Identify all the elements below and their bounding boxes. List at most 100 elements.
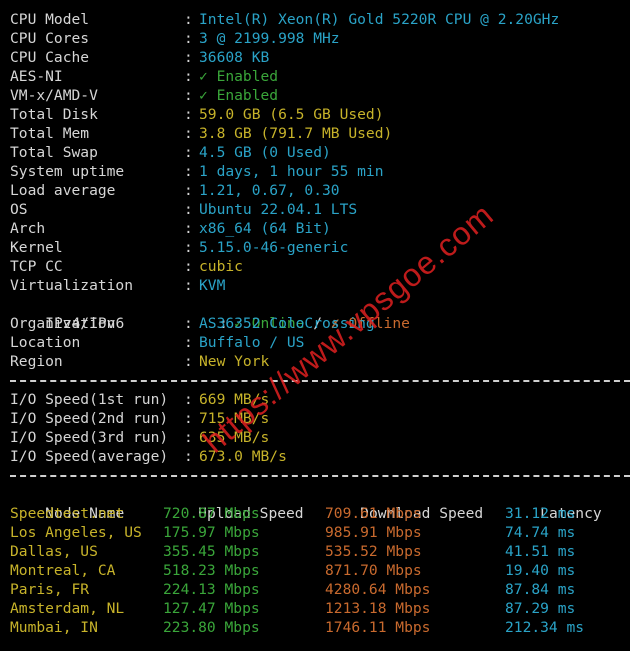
speedtest-row: Amsterdam, NL 127.47 Mbps 1213.18 Mbps 87.2… bbox=[10, 599, 630, 618]
info-label: Region bbox=[10, 353, 63, 370]
info-label: Organization bbox=[10, 315, 116, 332]
upload-speed: 175.97 Mbps bbox=[163, 524, 260, 541]
info-label: Arch bbox=[10, 220, 46, 237]
info-row-total-swap: Total Swap:4.5 GB (0 Used) bbox=[10, 143, 630, 162]
info-label: Load average bbox=[10, 182, 116, 199]
download-speed: 1746.11 Mbps bbox=[325, 619, 431, 636]
speedtest-row: Montreal, CA 518.23 Mbps 871.70 Mbps 19.40 … bbox=[10, 561, 630, 580]
info-label: CPU Cores bbox=[10, 30, 90, 47]
io-colon: : bbox=[184, 410, 193, 427]
node-name: Speedtest.net bbox=[10, 505, 125, 522]
info-value: 1.21, 0.67, 0.30 bbox=[199, 182, 340, 199]
download-speed: 1213.18 Mbps bbox=[325, 600, 431, 617]
info-row-load-average: Load average:1.21, 0.67, 0.30 bbox=[10, 181, 630, 200]
info-label: OS bbox=[10, 201, 28, 218]
io-colon: : bbox=[184, 448, 193, 465]
info-value: x86_64 (64 Bit) bbox=[199, 220, 331, 237]
node-name: Paris, FR bbox=[10, 581, 90, 598]
io-label: I/O Speed(1st run) bbox=[10, 391, 169, 408]
info-row-cpu-cache: CPU Cache:36608 KB bbox=[10, 48, 630, 67]
info-row-tcp-cc: TCP CC: cubic bbox=[10, 257, 630, 276]
speedtest-header: Node Name Upload Speed Download Speed Laten… bbox=[10, 485, 630, 522]
divider-2 bbox=[10, 466, 630, 485]
info-colon: : bbox=[184, 353, 193, 370]
info-value: KVM bbox=[199, 277, 226, 294]
latency: 19.40 ms bbox=[505, 562, 576, 579]
info-colon: : bbox=[184, 49, 193, 66]
io-label: I/O Speed(3rd run) bbox=[10, 429, 169, 446]
info-value: ✓ Enabled bbox=[199, 87, 279, 104]
upload-speed: 127.47 Mbps bbox=[163, 600, 260, 617]
info-label: System uptime bbox=[10, 163, 125, 180]
info-colon: : bbox=[184, 315, 193, 332]
latency: 74.74 ms bbox=[505, 524, 576, 541]
info-label: Kernel bbox=[10, 239, 63, 256]
info-colon: : bbox=[184, 87, 193, 104]
download-speed: 985.91 Mbps bbox=[325, 524, 422, 541]
info-label: Total Mem bbox=[10, 125, 90, 142]
info-value: cubic bbox=[199, 258, 243, 275]
info-label: Total Disk bbox=[10, 106, 98, 123]
node-name: Los Angeles, US bbox=[10, 524, 142, 541]
info-value: 4.5 GB (0 Used) bbox=[199, 144, 331, 161]
info-label: TCP CC bbox=[10, 258, 63, 275]
info-label: CPU Cache bbox=[10, 49, 90, 66]
latency: 212.34 ms bbox=[505, 619, 585, 636]
ip-row: IPv4/IPv6: ✓ Online / ✗ Offline bbox=[10, 295, 630, 332]
info-value: Ubuntu 22.04.1 LTS bbox=[199, 201, 358, 218]
download-speed: 709.61 Mbps bbox=[325, 505, 422, 522]
io-speed-row: I/O Speed(average):673.0 MB/s bbox=[10, 447, 630, 466]
info-row-aes-ni: AES-NI: ✓ Enabled bbox=[10, 67, 630, 86]
speedtest-rows: Speedtest.net 720.87 Mbps 709.61 Mbps 31.12… bbox=[10, 504, 630, 637]
info-label: VM-x/AMD-V bbox=[10, 87, 98, 104]
latency: 87.84 ms bbox=[505, 581, 576, 598]
node-name: Dallas, US bbox=[10, 543, 98, 560]
info-label: CPU Model bbox=[10, 11, 90, 28]
io-speed-row: I/O Speed(2nd run):715 MB/s bbox=[10, 409, 630, 428]
info-value: 36608 KB bbox=[199, 49, 270, 66]
info-value: Buffalo / US bbox=[199, 334, 305, 351]
info-colon: : bbox=[184, 144, 193, 161]
info-colon: : bbox=[184, 106, 193, 123]
info-row-os: OS: Ubuntu 22.04.1 LTS bbox=[10, 200, 630, 219]
info-colon: : bbox=[184, 11, 193, 28]
info-row-cpu-cores: CPU Cores:3 @ 2199.998 MHz bbox=[10, 29, 630, 48]
info-colon: : bbox=[184, 125, 193, 142]
speedtest-row: Los Angeles, US 175.97 Mbps 985.91 Mbps 74.… bbox=[10, 523, 630, 542]
upload-speed: 518.23 Mbps bbox=[163, 562, 260, 579]
node-name: Amsterdam, NL bbox=[10, 600, 125, 617]
info-colon: : bbox=[184, 334, 193, 351]
info-row-arch: Arch: x86_64 (64 Bit) bbox=[10, 219, 630, 238]
io-speed-row: I/O Speed(1st run):669 MB/s bbox=[10, 390, 630, 409]
io-speed-row: I/O Speed(3rd run):635 MB/s bbox=[10, 428, 630, 447]
upload-speed: 223.80 Mbps bbox=[163, 619, 260, 636]
info-colon: : bbox=[184, 30, 193, 47]
info-colon: : bbox=[184, 182, 193, 199]
info-label: Total Swap bbox=[10, 144, 98, 161]
info-row-virtualization: Virtualization: KVM bbox=[10, 276, 630, 295]
upload-speed: 224.13 Mbps bbox=[163, 581, 260, 598]
info-colon: : bbox=[184, 201, 193, 218]
io-speed-block: I/O Speed(1st run):669 MB/s I/O Speed(2nd… bbox=[10, 390, 630, 466]
latency: 41.51 ms bbox=[505, 543, 576, 560]
download-speed: 871.70 Mbps bbox=[325, 562, 422, 579]
info-colon: : bbox=[184, 220, 193, 237]
upload-speed: 720.87 Mbps bbox=[163, 505, 260, 522]
info-colon: : bbox=[184, 258, 193, 275]
node-name: Montreal, CA bbox=[10, 562, 116, 579]
latency: 31.12 ms bbox=[505, 505, 576, 522]
info-value: New York bbox=[199, 353, 270, 370]
info-colon: : bbox=[184, 68, 193, 85]
system-info-block: CPU Model: Intel(R) Xeon(R) Gold 5220R CP… bbox=[10, 10, 630, 295]
speedtest-row: Dallas, US 355.45 Mbps 535.52 Mbps 41.51 ms bbox=[10, 542, 630, 561]
info-value: 3.8 GB (791.7 MB Used) bbox=[199, 125, 393, 142]
speedtest-row: Paris, FR 224.13 Mbps 4280.64 Mbps 87.84 ms bbox=[10, 580, 630, 599]
info-value: 3 @ 2199.998 MHz bbox=[199, 30, 340, 47]
info-colon: : bbox=[184, 163, 193, 180]
info-value: 5.15.0-46-generic bbox=[199, 239, 349, 256]
download-speed: 535.52 Mbps bbox=[325, 543, 422, 560]
info-colon: : bbox=[184, 239, 193, 256]
info-row-vm-x-amd-v: VM-x/AMD-V: ✓ Enabled bbox=[10, 86, 630, 105]
info-value: Intel(R) Xeon(R) Gold 5220R CPU @ 2.20GH… bbox=[199, 11, 560, 28]
info-row-system-uptime: System uptime:1 days, 1 hour 55 min bbox=[10, 162, 630, 181]
